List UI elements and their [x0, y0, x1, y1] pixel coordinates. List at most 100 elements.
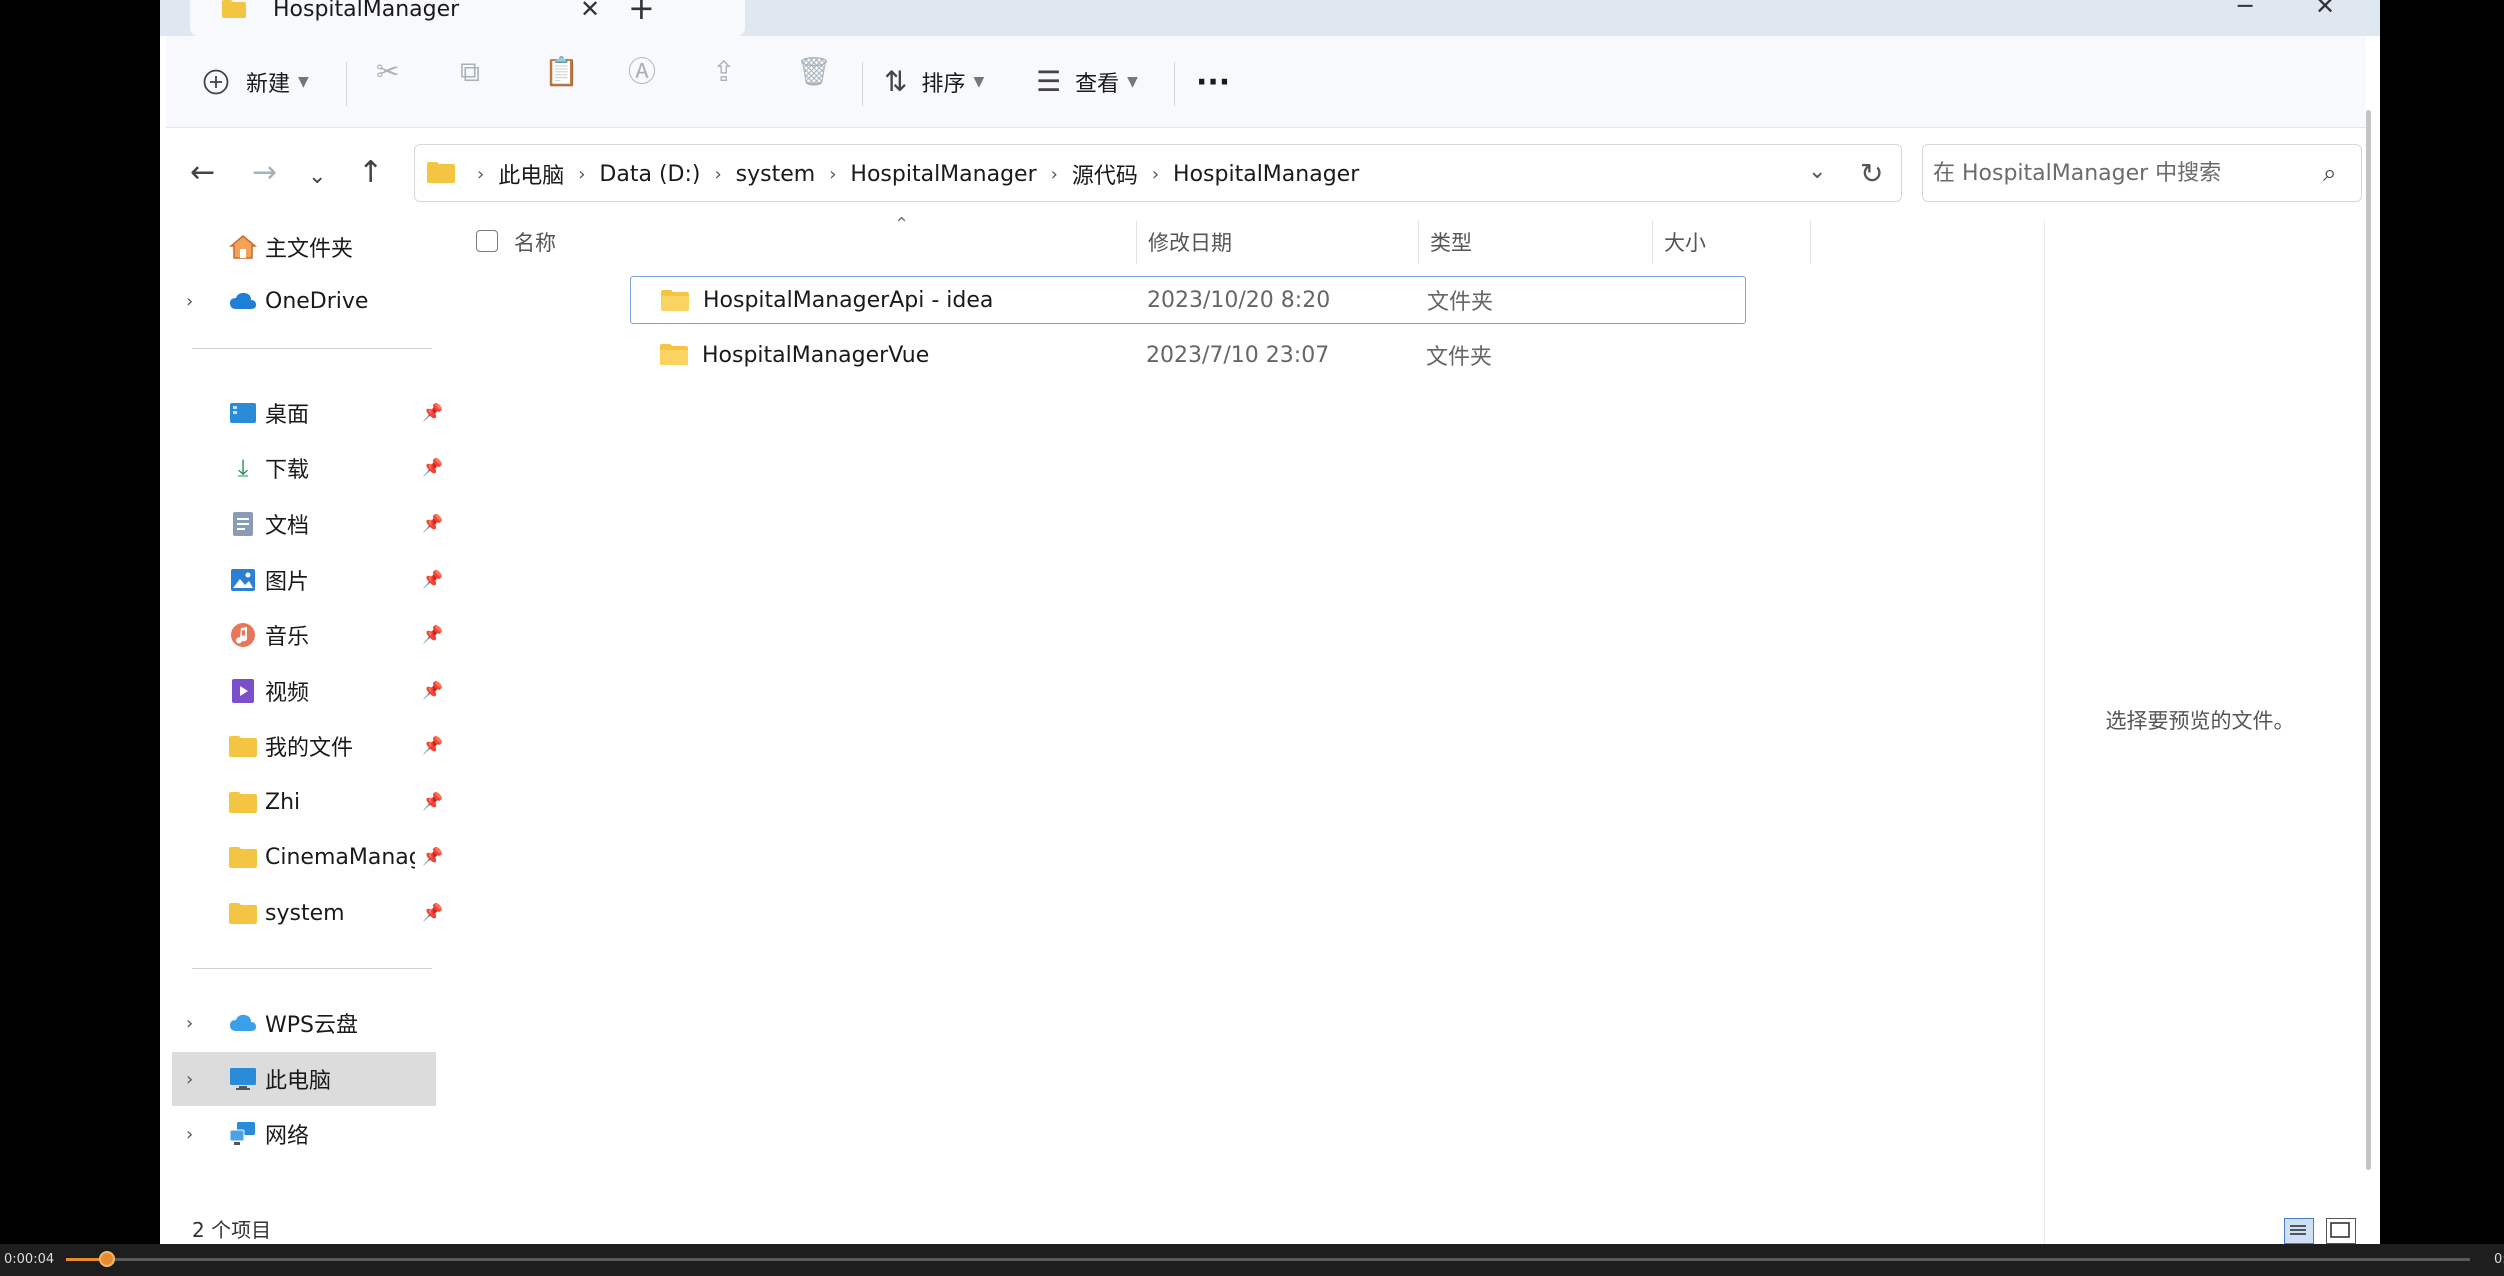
share-icon[interactable]: ⇪ — [712, 58, 735, 106]
column-divider[interactable] — [1136, 220, 1137, 264]
details-view-button[interactable] — [2284, 1218, 2314, 1244]
sidebar-item-system[interactable]: system 📌 — [172, 886, 443, 940]
folder-icon — [661, 290, 689, 311]
folder-icon — [228, 842, 258, 872]
search-input[interactable] — [1933, 155, 2303, 191]
new-button[interactable]: 新建 ▼ — [202, 58, 309, 106]
column-header-name[interactable]: 名称 — [514, 220, 784, 264]
chevron-right-icon[interactable]: › — [186, 1124, 193, 1145]
address-history-chevron-icon[interactable]: ⌄ — [1808, 159, 1826, 184]
sidebar-item-label: system — [265, 900, 345, 926]
sort-icon: ⇅ — [884, 65, 908, 98]
breadcrumb-item[interactable]: 此电脑 — [498, 158, 564, 190]
sidebar-item-music[interactable]: 音乐 📌 — [172, 608, 443, 662]
breadcrumb-item[interactable]: system — [736, 162, 816, 187]
sidebar-item-videos[interactable]: 视频 📌 — [172, 664, 443, 718]
table-row[interactable]: HospitalManagerApi - idea 2023/10/20 8:2… — [630, 276, 1746, 324]
video-icon — [228, 676, 258, 706]
desktop-icon — [228, 398, 258, 428]
view-button[interactable]: ☰ 查看 ▼ — [1036, 58, 1138, 106]
pin-icon: 📌 — [422, 570, 444, 590]
sidebar-divider — [192, 968, 432, 969]
sidebar-item-documents[interactable]: 文档 📌 — [172, 497, 443, 551]
sidebar-item-downloads[interactable]: ⤓ 下载 📌 — [172, 441, 443, 495]
close-window-icon[interactable]: ✕ — [2315, 0, 2335, 20]
scrollbar[interactable] — [2362, 110, 2376, 1170]
delete-icon[interactable]: 🗑 — [796, 58, 832, 106]
copy-icon[interactable]: ⧉ — [460, 58, 480, 106]
add-circle-icon — [203, 69, 229, 95]
column-divider[interactable] — [1418, 220, 1419, 264]
chevron-right-icon: › — [1050, 163, 1058, 185]
column-header-type[interactable]: 类型 — [1430, 220, 1650, 264]
elapsed-time: 0:00:04 — [4, 1252, 55, 1267]
sort-button-label: 排序 — [921, 72, 966, 97]
command-bar: 新建 ▼ ✂ ⧉ 📋 Ⓐ ⇪ 🗑 ⇅ 排序 ▼ ☰ 查看 ▼ ··· — [166, 36, 2366, 128]
select-all-checkbox[interactable] — [476, 230, 498, 252]
address-bar[interactable]: › 此电脑 › Data (D:) › system › HospitalMan… — [414, 144, 1902, 202]
sidebar-item-home[interactable]: 主文件夹 — [172, 220, 436, 274]
seek-track[interactable] — [66, 1258, 2470, 1261]
pin-icon: 📌 — [422, 403, 444, 423]
sort-ascending-icon: ⌃ — [894, 214, 910, 235]
recent-locations-chevron-icon[interactable]: ⌄ — [308, 162, 326, 192]
breadcrumb-item[interactable]: 源代码 — [1072, 158, 1138, 190]
column-header-date[interactable]: 修改日期 — [1148, 220, 1418, 264]
close-tab-icon[interactable]: ✕ — [580, 0, 600, 22]
sidebar-item-label: 我的文件 — [265, 736, 354, 761]
search-icon[interactable]: ⌕ — [2323, 159, 2336, 187]
forward-arrow-icon[interactable]: → — [252, 158, 277, 188]
sidebar-item-wps-cloud[interactable]: › WPS云盘 — [172, 996, 436, 1050]
minimize-icon[interactable]: ─ — [2238, 0, 2252, 20]
new-tab-button[interactable]: + — [628, 0, 655, 24]
sidebar-item-network[interactable]: › 网络 — [172, 1107, 436, 1161]
refresh-icon[interactable]: ↻ — [1860, 157, 1883, 190]
sidebar-item-label: 主文件夹 — [265, 237, 354, 262]
breadcrumb-item[interactable]: HospitalManager — [1173, 162, 1359, 187]
chevron-right-icon[interactable]: › — [186, 1013, 193, 1034]
tab-hospitalmanager[interactable]: HospitalManager ✕ — [190, 0, 745, 36]
back-arrow-icon[interactable]: ← — [190, 158, 215, 188]
sidebar-item-pictures[interactable]: 图片 📌 — [172, 553, 443, 607]
breadcrumb-item[interactable]: HospitalManager — [850, 162, 1036, 187]
file-explorer-window: HospitalManager ✕ + ─ ✕ 新建 ▼ ✂ ⧉ 📋 Ⓐ ⇪ 🗑… — [160, 0, 2380, 1244]
column-divider[interactable] — [1652, 220, 1653, 264]
sidebar-item-label: 下载 — [265, 458, 310, 483]
table-row[interactable]: HospitalManagerVue 2023/7/10 23:07 文件夹 — [630, 331, 1746, 379]
up-arrow-icon[interactable]: ↑ — [358, 158, 383, 188]
large-icons-view-button[interactable] — [2326, 1218, 2356, 1244]
column-divider[interactable] — [1810, 220, 1811, 264]
seek-handle[interactable] — [99, 1251, 115, 1267]
paste-icon[interactable]: 📋 — [544, 58, 579, 106]
chevron-right-icon: › — [477, 163, 485, 185]
item-count: 2 个项目 — [192, 1218, 272, 1242]
computer-icon — [228, 1064, 258, 1094]
sidebar-item-label: Zhi — [265, 789, 301, 815]
folder-icon — [222, 0, 246, 18]
sort-button[interactable]: ⇅ 排序 ▼ — [884, 58, 984, 106]
sidebar-item-onedrive[interactable]: › OneDrive — [172, 274, 436, 328]
folder-icon — [427, 162, 455, 183]
rename-icon[interactable]: Ⓐ — [628, 58, 656, 106]
column-header-size[interactable]: 大小 — [1664, 220, 1794, 264]
video-player-bar: 0:00:04 0: — [0, 1244, 2504, 1276]
sidebar-item-my-files[interactable]: 我的文件 📌 — [172, 719, 443, 773]
sidebar-item-label: 网络 — [265, 1124, 310, 1149]
chevron-right-icon[interactable]: › — [186, 291, 193, 312]
sidebar-item-zhi[interactable]: Zhi 📌 — [172, 775, 443, 829]
more-options-button[interactable]: ··· — [1196, 58, 1230, 106]
file-name: HospitalManagerApi - idea — [703, 287, 994, 313]
sidebar-item-cinemamanager[interactable]: CinemaManager 📌 — [172, 830, 443, 884]
scrollbar-thumb[interactable] — [2366, 110, 2371, 1170]
sidebar-item-desktop[interactable]: 桌面 📌 — [172, 386, 443, 440]
preview-pane: 选择要预览的文件。 — [2044, 220, 2354, 1244]
sidebar-item-this-pc[interactable]: › 此电脑 — [172, 1052, 436, 1106]
breadcrumb-item[interactable]: Data (D:) — [599, 162, 700, 187]
title-bar: HospitalManager ✕ + ─ ✕ — [160, 0, 2380, 36]
pin-icon: 📌 — [422, 792, 444, 812]
column-header-label: 大小 — [1664, 231, 1706, 255]
file-type: 文件夹 — [1426, 345, 1493, 370]
cut-icon[interactable]: ✂ — [376, 58, 399, 106]
chevron-right-icon[interactable]: › — [186, 1069, 193, 1090]
sidebar-item-label: OneDrive — [265, 288, 369, 314]
